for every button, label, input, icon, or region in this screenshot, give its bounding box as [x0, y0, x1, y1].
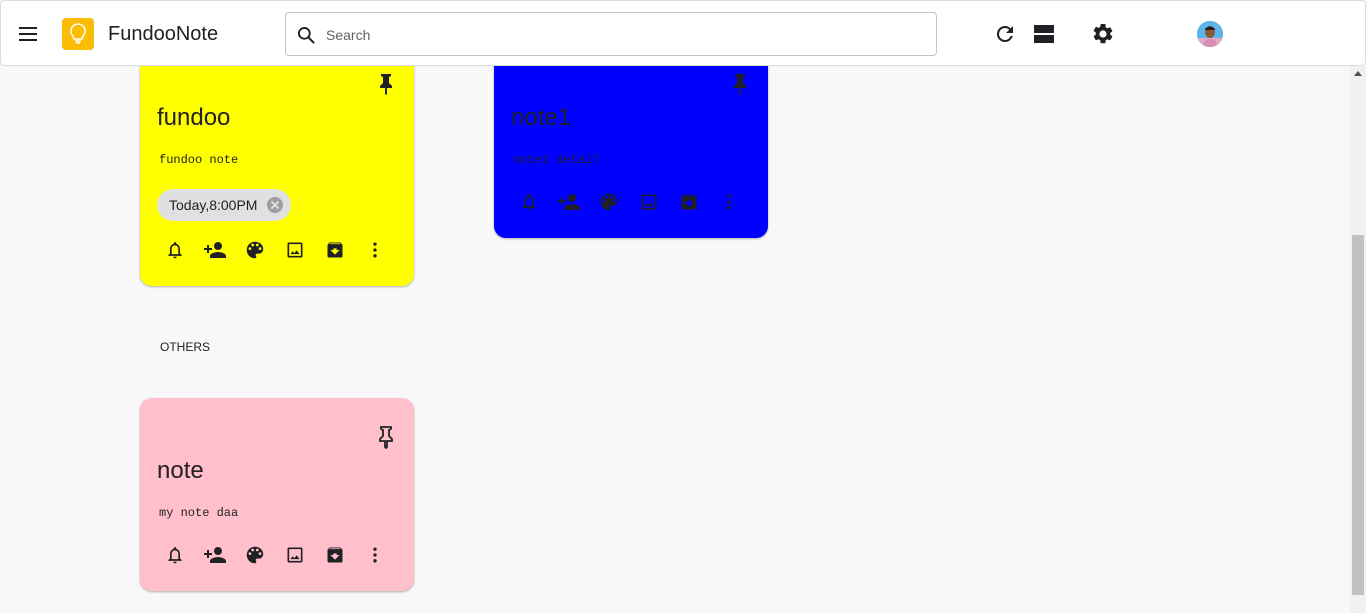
note-actions [163, 238, 387, 262]
image-icon[interactable] [637, 190, 661, 214]
menu-icon[interactable] [13, 19, 43, 49]
lightbulb-icon [62, 18, 94, 50]
reminder-chip[interactable]: Today,8:00PM [157, 189, 292, 221]
archive-icon[interactable] [323, 238, 347, 262]
note-title: note1 [511, 104, 572, 131]
bell-icon[interactable] [163, 543, 187, 567]
reminder-chip-label: Today,8:00PM [169, 197, 258, 213]
note-card-note[interactable]: note my note daa [140, 398, 414, 591]
note-body: my note daa [159, 506, 239, 520]
more-vert-icon[interactable] [717, 190, 741, 214]
bell-icon[interactable] [517, 190, 541, 214]
avatar[interactable] [1197, 21, 1223, 47]
add-collaborator-icon[interactable] [557, 190, 581, 214]
note-card-note1[interactable]: note1 note1 detail [494, 40, 768, 238]
close-icon[interactable] [267, 197, 284, 213]
archive-icon[interactable] [323, 543, 347, 567]
note-title: note [157, 457, 204, 484]
pin-icon[interactable] [376, 72, 396, 96]
gear-icon[interactable] [1091, 22, 1115, 46]
image-icon[interactable] [283, 238, 307, 262]
more-vert-icon[interactable] [363, 543, 387, 567]
app-root: FundooNote fundoo fundoo note Today,8:00… [0, 0, 1366, 613]
note-body: note1 detail [513, 153, 600, 167]
add-collaborator-icon[interactable] [203, 238, 227, 262]
palette-icon[interactable] [243, 543, 267, 567]
bell-icon[interactable] [163, 238, 187, 262]
pin-outline-icon[interactable] [376, 425, 396, 449]
image-icon[interactable] [283, 543, 307, 567]
note-body: fundoo note [159, 153, 239, 167]
palette-icon[interactable] [597, 190, 621, 214]
more-vert-icon[interactable] [363, 238, 387, 262]
pin-icon[interactable] [730, 72, 750, 96]
top-app-bar: FundooNote [0, 0, 1366, 66]
note-actions [517, 190, 741, 214]
list-view-icon[interactable] [1032, 22, 1056, 46]
app-title: FundooNote [108, 23, 219, 45]
note-card-fundoo[interactable]: fundoo fundoo note Today,8:00PM [140, 40, 414, 286]
search-bar[interactable] [285, 12, 937, 56]
note-title: fundoo [157, 104, 231, 131]
vertical-scrollbar[interactable] [1350, 66, 1366, 613]
palette-icon[interactable] [243, 238, 267, 262]
note-actions [163, 543, 387, 567]
add-collaborator-icon[interactable] [203, 543, 227, 567]
scroll-up-arrow-icon[interactable] [1354, 71, 1362, 76]
archive-icon[interactable] [677, 190, 701, 214]
search-icon[interactable] [296, 25, 316, 45]
search-input[interactable] [326, 22, 916, 48]
section-label-others: OTHERS [160, 340, 211, 354]
scrollbar-thumb[interactable] [1352, 235, 1364, 595]
refresh-icon[interactable] [993, 22, 1017, 46]
